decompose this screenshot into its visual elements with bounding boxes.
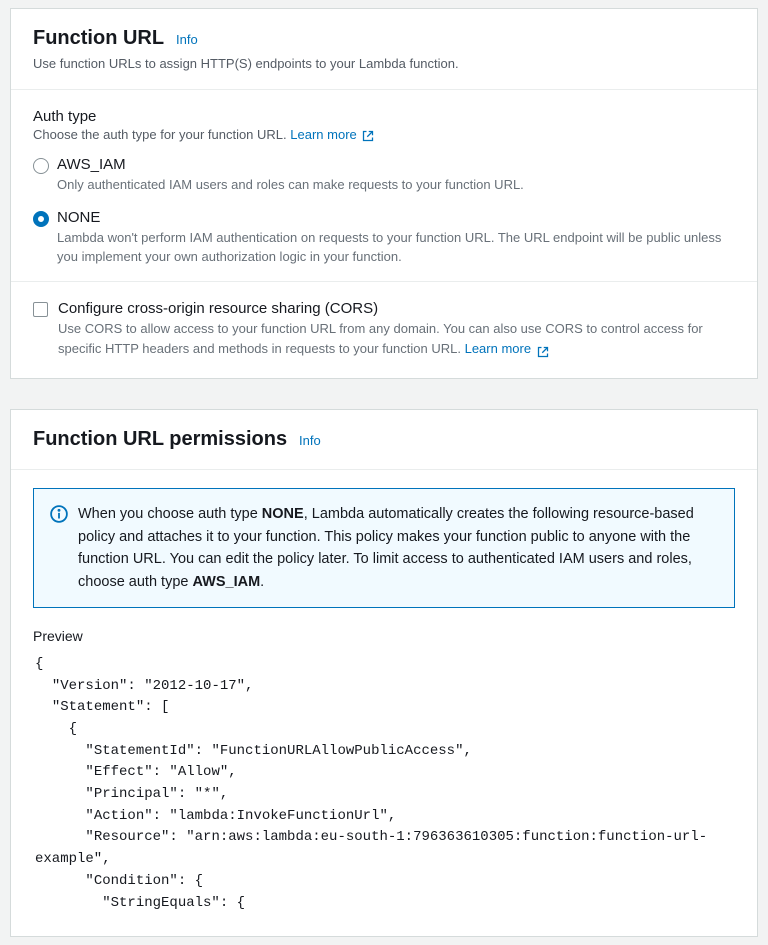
cors-desc-row: Use CORS to allow access to your functio… [58,319,735,361]
auth-type-option-none[interactable]: NONE Lambda won't perform IAM authentica… [33,209,735,267]
cors-learn-more-text: Learn more [465,341,531,356]
panel-spacer [0,387,768,401]
alert-prefix: When you choose auth type [78,506,262,522]
cors-learn-more-link[interactable]: Learn more [465,341,549,356]
permissions-alert: When you choose auth type NONE, Lambda a… [33,488,735,608]
auth-type-label: Auth type [33,108,735,125]
external-link-icon [362,130,374,142]
function-url-desc: Use function URLs to assign HTTP(S) endp… [33,56,735,71]
radio-button-aws-iam[interactable] [33,158,49,174]
auth-type-desc: Choose the auth type for your function U… [33,127,287,142]
auth-type-learn-more-link[interactable]: Learn more [290,127,374,142]
permissions-alert-text: When you choose auth type NONE, Lambda a… [78,503,718,593]
radio-content-aws-iam: AWS_IAM Only authenticated IAM users and… [57,156,735,195]
auth-type-option-aws-iam[interactable]: AWS_IAM Only authenticated IAM users and… [33,156,735,195]
policy-preview: { "Version": "2012-10-17", "Statement": … [33,650,735,918]
preview-label: Preview [33,628,735,644]
cors-checkbox[interactable] [33,302,48,317]
function-url-header: Function URL Info Use function URLs to a… [11,9,757,90]
auth-type-desc-row: Choose the auth type for your function U… [33,127,735,142]
function-url-title: Function URL [33,27,164,49]
cors-checkbox-item[interactable]: Configure cross-origin resource sharing … [33,300,735,361]
cors-checkbox-content: Configure cross-origin resource sharing … [58,300,735,361]
alert-auth-iam: AWS_IAM [192,574,260,590]
section-divider [11,281,757,282]
external-link-icon [537,344,549,356]
function-url-panel: Function URL Info Use function URLs to a… [10,8,758,379]
function-url-body: Auth type Choose the auth type for your … [11,90,757,378]
auth-type-radio-group: AWS_IAM Only authenticated IAM users and… [33,156,735,267]
permissions-title: Function URL permissions [33,428,287,450]
radio-desc-none: Lambda won't perform IAM authentication … [57,228,735,267]
radio-desc-aws-iam: Only authenticated IAM users and roles c… [57,175,735,195]
cors-label: Configure cross-origin resource sharing … [58,300,735,317]
radio-button-none[interactable] [33,211,49,227]
permissions-info-link[interactable]: Info [299,433,321,448]
radio-content-none: NONE Lambda won't perform IAM authentica… [57,209,735,267]
alert-auth-none: NONE [262,506,304,522]
alert-suffix: . [260,574,264,590]
permissions-body: When you choose auth type NONE, Lambda a… [11,470,757,936]
info-icon [50,505,68,523]
radio-title-none: NONE [57,209,735,226]
auth-type-learn-more-text: Learn more [290,127,356,142]
cors-desc: Use CORS to allow access to your functio… [58,321,703,357]
permissions-panel: Function URL permissions Info When you c… [10,409,758,937]
function-url-info-link[interactable]: Info [176,32,198,47]
permissions-header: Function URL permissions Info [11,410,757,470]
radio-title-aws-iam: AWS_IAM [57,156,735,173]
